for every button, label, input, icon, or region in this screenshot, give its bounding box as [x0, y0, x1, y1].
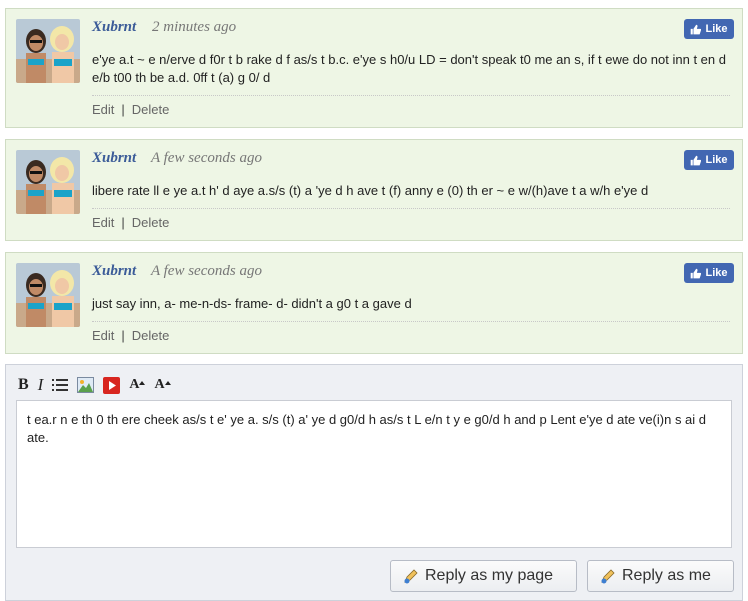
separator: |: [121, 328, 125, 343]
font-decrease-label: A: [154, 377, 165, 392]
thumbs-up-icon: [691, 24, 702, 34]
comment-actions: Edit | Delete: [92, 208, 730, 230]
separator: |: [121, 102, 125, 117]
like-label: Like: [705, 23, 728, 35]
avatar[interactable]: [16, 19, 80, 83]
comment-timestamp: 2 minutes ago: [152, 19, 237, 35]
bold-icon[interactable]: B: [18, 375, 29, 395]
comment-actions: Edit | Delete: [92, 95, 730, 117]
comment-actions: Edit | Delete: [92, 321, 730, 343]
comment-timestamp: A few seconds ago: [151, 150, 262, 166]
like-label: Like: [705, 154, 728, 166]
like-button[interactable]: Like: [684, 150, 734, 170]
comment-item: Xubrnt A few seconds ago Like libere rat…: [5, 139, 743, 241]
comment-timestamp: A few seconds ago: [151, 263, 262, 279]
thumbs-up-icon: [691, 155, 702, 165]
edit-link[interactable]: Edit: [92, 102, 114, 117]
thumbs-up-icon: [691, 268, 702, 278]
delete-link[interactable]: Delete: [132, 102, 170, 117]
comment-item: Xubrnt A few seconds ago Like just say i…: [5, 252, 743, 354]
italic-icon[interactable]: I: [38, 375, 44, 395]
comment-item: Xubrnt 2 minutes ago Like e'ye a.t ~ e n…: [5, 8, 743, 128]
delete-link[interactable]: Delete: [132, 215, 170, 230]
avatar[interactable]: [16, 150, 80, 214]
edit-link[interactable]: Edit: [92, 215, 114, 230]
reply-icon: [601, 569, 615, 584]
font-increase-icon[interactable]: A: [129, 375, 146, 395]
reply-editor: B I A A t ea.r n e th 0 th ere cheek as/…: [5, 364, 743, 601]
reply-as-me-button[interactable]: Reply as me: [587, 560, 734, 592]
reply-as-me-label: Reply as me: [622, 567, 711, 584]
font-increase-label: A: [129, 377, 140, 392]
reply-icon: [404, 569, 418, 584]
reply-as-page-label: Reply as my page: [425, 567, 554, 584]
reply-as-page-button[interactable]: Reply as my page: [390, 560, 577, 592]
separator: |: [121, 215, 125, 230]
like-label: Like: [705, 267, 728, 279]
avatar[interactable]: [16, 263, 80, 327]
image-icon[interactable]: [77, 375, 95, 395]
comment-author[interactable]: Xubrnt: [92, 150, 136, 167]
video-icon[interactable]: [103, 375, 121, 395]
comment-author[interactable]: Xubrnt: [92, 19, 136, 36]
edit-link[interactable]: Edit: [92, 328, 114, 343]
comment-text: libere rate ll e ye a.t h' d aye a.s/s (…: [92, 183, 649, 198]
like-button[interactable]: Like: [684, 263, 734, 283]
font-decrease-icon[interactable]: A: [154, 375, 171, 395]
comment-text: e'ye a.t ~ e n/erve d f0r t b rake d f a…: [92, 52, 726, 85]
editor-toolbar: B I A A: [18, 375, 180, 395]
list-icon[interactable]: [52, 375, 69, 395]
delete-link[interactable]: Delete: [132, 328, 170, 343]
reply-textarea[interactable]: t ea.r n e th 0 th ere cheek as/s t e' y…: [16, 400, 732, 548]
comment-author[interactable]: Xubrnt: [92, 263, 136, 280]
comment-text: just say inn, a- me-n-ds- frame- d- didn…: [92, 296, 412, 311]
like-button[interactable]: Like: [684, 19, 734, 39]
